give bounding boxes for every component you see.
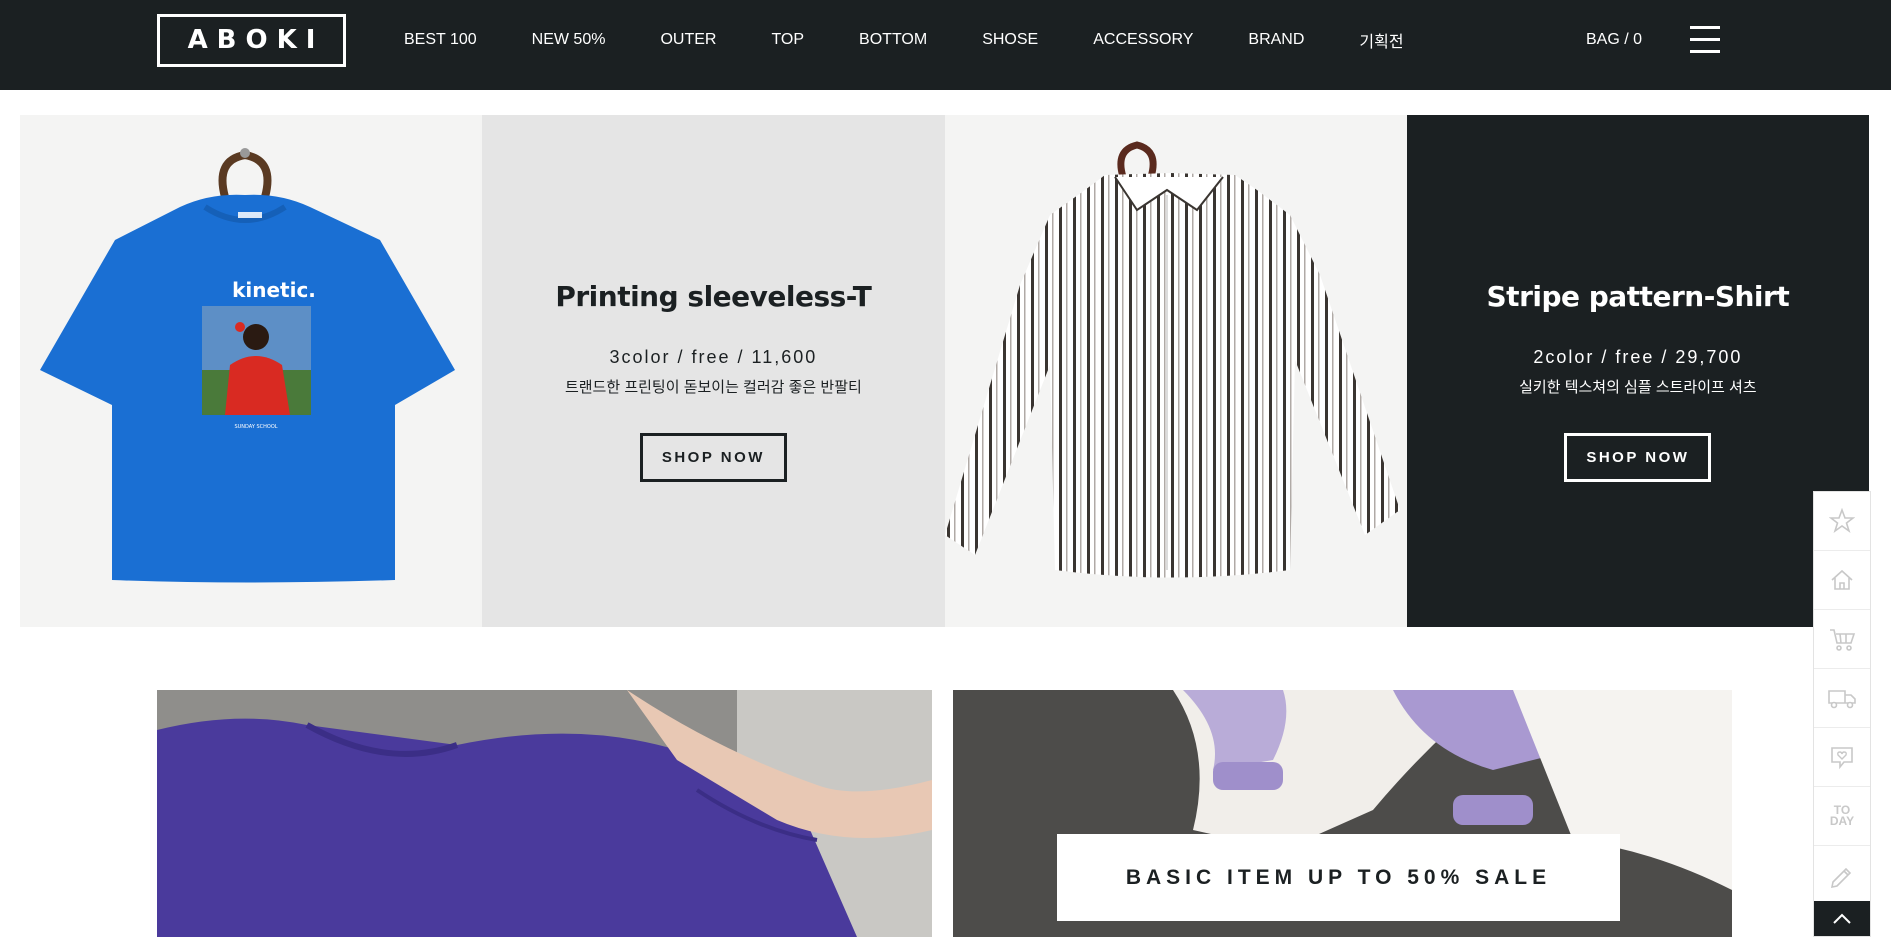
- blue-kinetic-tshirt-image: kinetic. SUNDAY SCHOOL: [40, 148, 455, 583]
- shirt-print-text: kinetic.: [232, 278, 316, 302]
- product-meta: 3color / free / 11,600: [609, 347, 818, 367]
- truck-icon[interactable]: [1814, 669, 1870, 728]
- nav-item-top[interactable]: TOP: [771, 31, 804, 49]
- heart-message-icon[interactable]: [1814, 728, 1870, 787]
- shop-now-button[interactable]: SHOP NOW: [639, 433, 787, 482]
- product-description: 트랜드한 프린팅이 돋보이는 컬러감 좋은 반팔티: [564, 379, 862, 396]
- sale-tile[interactable]: BASIC ITEM UP TO 50% SALE: [953, 690, 1732, 937]
- site-logo[interactable]: ABOKI: [157, 14, 346, 67]
- product-title: Stripe pattern-Shirt: [1486, 280, 1790, 313]
- nav-item-outer[interactable]: OUTER: [660, 31, 716, 49]
- nav-item-bottom[interactable]: BOTTOM: [859, 31, 927, 49]
- nav-item-shose[interactable]: SHOSE: [982, 31, 1038, 49]
- nav-item-accessory[interactable]: ACCESSORY: [1093, 31, 1193, 49]
- product-meta: 2color / free / 29,700: [1533, 347, 1743, 367]
- banner-panel-printing-t: Printing sleeveless-T 3color / free / 11…: [482, 115, 945, 627]
- product-banner: kinetic. SUNDAY SCHOOL Printing sleevele…: [20, 115, 1869, 627]
- nav-item-best100[interactable]: BEST 100: [404, 31, 477, 49]
- today-icon[interactable]: TO DAY: [1814, 787, 1870, 846]
- product-description: 실키한 텍스쳐의 심플 스트라이프 셔츠: [1519, 379, 1757, 396]
- stripe-shirt-image: [944, 141, 1400, 578]
- hamburger-menu-icon[interactable]: [1690, 26, 1720, 54]
- chevron-up-icon: [1833, 913, 1851, 924]
- banner-panel-stripe-shirt: Stripe pattern-Shirt 2color / free / 29,…: [1406, 115, 1869, 627]
- sale-banner-label[interactable]: BASIC ITEM UP TO 50% SALE: [1057, 834, 1620, 921]
- nav-item-event[interactable]: 기획전: [1359, 28, 1403, 52]
- banner-panel-tshirt-image[interactable]: kinetic. SUNDAY SCHOOL: [20, 115, 483, 627]
- banner-panel-shirt-image[interactable]: [944, 115, 1407, 627]
- purple-tshirt-tile[interactable]: [157, 690, 932, 937]
- pencil-icon[interactable]: [1814, 846, 1870, 905]
- scroll-top-button[interactable]: [1814, 901, 1870, 936]
- nav-item-brand[interactable]: BRAND: [1248, 31, 1304, 49]
- main-nav: BEST 100 NEW 50% OUTER TOP BOTTOM SHOSE …: [404, 0, 1459, 80]
- product-title: Printing sleeveless-T: [555, 280, 872, 313]
- shirt-tag-text: SUNDAY SCHOOL: [234, 424, 277, 430]
- shop-now-button[interactable]: SHOP NOW: [1564, 433, 1712, 482]
- home-icon[interactable]: [1814, 551, 1870, 610]
- star-icon[interactable]: [1814, 492, 1870, 551]
- today-label-bottom: DAY: [1829, 814, 1855, 828]
- purple-tshirt-model-image: [157, 690, 932, 937]
- quick-sidebar: TO DAY: [1813, 491, 1871, 937]
- site-header: ABOKI BEST 100 NEW 50% OUTER TOP BOTTOM …: [0, 0, 1891, 90]
- cart-icon[interactable]: [1814, 610, 1870, 669]
- nav-item-new50[interactable]: NEW 50%: [532, 31, 606, 49]
- bag-link[interactable]: BAG / 0: [1586, 31, 1642, 49]
